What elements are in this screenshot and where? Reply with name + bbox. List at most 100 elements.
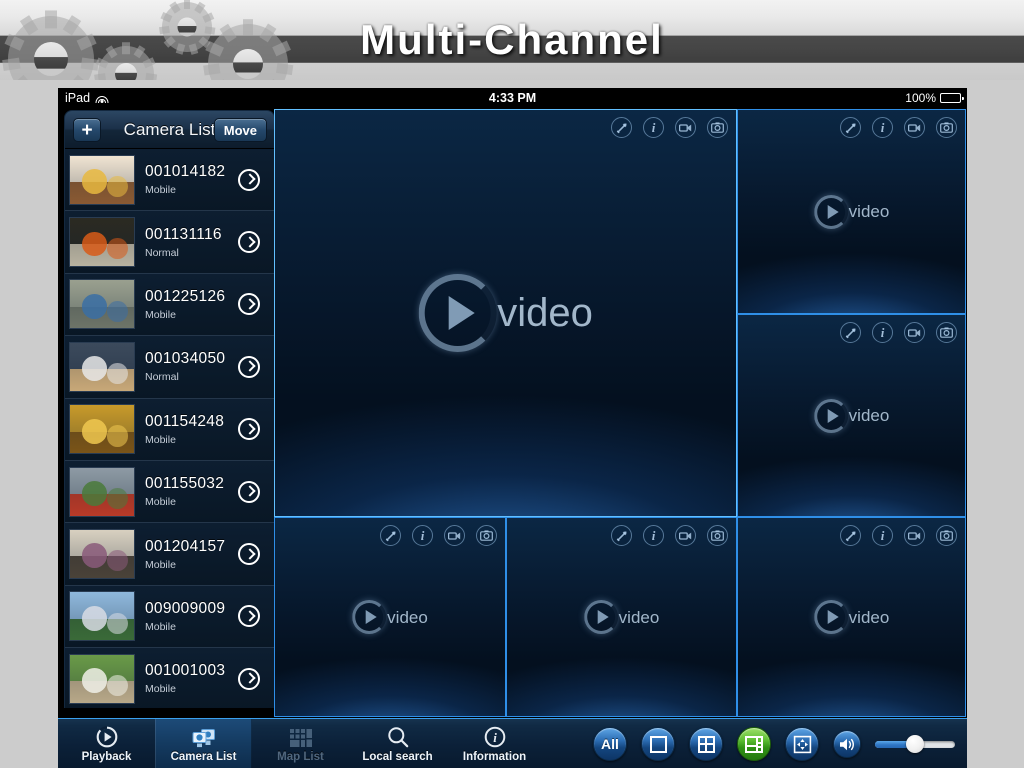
camera-thumbnail bbox=[69, 591, 135, 642]
ptz-icon[interactable] bbox=[611, 525, 632, 546]
record-icon[interactable] bbox=[904, 525, 925, 546]
layout-4-button[interactable] bbox=[689, 727, 723, 761]
pane-toolbar: i bbox=[840, 117, 957, 138]
camera-list-item[interactable]: 009009009 Mobile bbox=[65, 585, 274, 649]
play-ring-icon bbox=[813, 600, 848, 634]
status-right: 100% bbox=[905, 91, 964, 105]
camera-list-item[interactable]: 001131116 Normal bbox=[65, 211, 274, 274]
tab-information[interactable]: i Information bbox=[446, 719, 543, 768]
record-icon[interactable] bbox=[675, 117, 696, 138]
ptz-icon[interactable] bbox=[840, 117, 861, 138]
chevron-right-icon[interactable] bbox=[238, 480, 260, 503]
snapshot-icon[interactable] bbox=[936, 117, 957, 138]
ipad-screen: iPad 4:33 PM 100% + Camera List Move 001… bbox=[58, 88, 967, 768]
video-pane[interactable]: i video bbox=[274, 109, 737, 517]
camera-status: Normal bbox=[145, 246, 179, 259]
add-camera-button[interactable]: + bbox=[73, 118, 101, 142]
video-pane[interactable]: i video bbox=[737, 314, 966, 517]
record-icon[interactable] bbox=[904, 322, 925, 343]
record-icon[interactable] bbox=[904, 117, 925, 138]
video-placeholder-label: video bbox=[848, 607, 890, 627]
app-body: + Camera List Move 001014182 Mobile 001131… bbox=[58, 108, 967, 768]
video-pane[interactable]: i video bbox=[737, 109, 966, 314]
info-icon[interactable]: i bbox=[643, 117, 664, 138]
volume-button[interactable] bbox=[833, 730, 861, 758]
layout-6-button[interactable] bbox=[737, 727, 771, 761]
playback-icon bbox=[96, 725, 118, 748]
tab-label: Map List bbox=[277, 750, 324, 763]
play-ring-icon bbox=[813, 194, 848, 229]
pane-toolbar: i bbox=[840, 525, 957, 546]
snapshot-icon[interactable] bbox=[476, 525, 497, 546]
camera-list-item[interactable]: 001225126 Mobile bbox=[65, 273, 274, 337]
ptz-icon[interactable] bbox=[840, 525, 861, 546]
camera-status: Mobile bbox=[145, 620, 176, 633]
snapshot-icon[interactable] bbox=[936, 322, 957, 343]
record-icon[interactable] bbox=[675, 525, 696, 546]
camera-list-panel: + Camera List Move 001014182 Mobile 001131… bbox=[64, 110, 275, 708]
camera-thumbnail bbox=[69, 653, 135, 704]
volume-slider[interactable] bbox=[875, 735, 955, 753]
view-controls: All bbox=[593, 719, 967, 768]
record-icon[interactable] bbox=[444, 525, 465, 546]
page-title: Multi-Channel bbox=[360, 16, 664, 63]
bottom-toolbar: Playback Camera List Map List Local search i… bbox=[58, 718, 967, 768]
snapshot-icon[interactable] bbox=[707, 525, 728, 546]
camera-list-item[interactable]: 001154248 Mobile bbox=[65, 398, 274, 461]
move-button[interactable]: Move bbox=[213, 118, 267, 142]
fullscreen-button[interactable] bbox=[785, 727, 819, 761]
battery-icon bbox=[940, 93, 964, 103]
camera-list-item[interactable]: 001204157 Mobile bbox=[65, 523, 274, 586]
pane-toolbar: i bbox=[611, 525, 728, 546]
camera-id: 009009009 bbox=[145, 599, 226, 617]
six-pane-icon bbox=[745, 735, 763, 753]
video-pane[interactable]: i video bbox=[506, 517, 737, 717]
chevron-right-icon[interactable] bbox=[238, 168, 260, 191]
all-channels-button[interactable]: All bbox=[593, 727, 627, 761]
info-icon[interactable]: i bbox=[872, 525, 893, 546]
camera-id: 001034050 bbox=[145, 350, 226, 368]
camera-status: Mobile bbox=[145, 433, 176, 446]
info-icon[interactable]: i bbox=[872, 322, 893, 343]
info-icon[interactable]: i bbox=[643, 525, 664, 546]
ptz-icon[interactable] bbox=[611, 117, 632, 138]
camera-meta: 001204157 Mobile bbox=[145, 538, 238, 571]
ptz-icon[interactable] bbox=[380, 525, 401, 546]
info-icon[interactable]: i bbox=[872, 117, 893, 138]
snapshot-icon[interactable] bbox=[707, 117, 728, 138]
all-label: All bbox=[601, 736, 619, 752]
video-pane[interactable]: i video bbox=[737, 517, 966, 717]
ptz-icon[interactable] bbox=[840, 322, 861, 343]
camera-list-item[interactable]: 001155032 Mobile bbox=[65, 460, 274, 524]
info-icon: i bbox=[484, 726, 506, 748]
chevron-right-icon[interactable] bbox=[238, 418, 260, 441]
camera-meta: 001034050 Normal bbox=[145, 350, 238, 383]
layout-1-button[interactable] bbox=[641, 727, 675, 761]
expand-icon bbox=[793, 735, 811, 753]
camera-list[interactable]: 001014182 Mobile 001131116 Normal 001225126 M… bbox=[65, 149, 274, 708]
camera-id: 001001003 bbox=[145, 662, 226, 680]
app-banner: Multi-Channel bbox=[0, 0, 1024, 80]
chevron-right-icon[interactable] bbox=[238, 293, 260, 316]
tab-playback[interactable]: Playback bbox=[58, 719, 155, 768]
chevron-right-icon[interactable] bbox=[238, 231, 260, 254]
chevron-right-icon[interactable] bbox=[238, 605, 260, 628]
info-icon[interactable]: i bbox=[412, 525, 433, 546]
pane-toolbar: i bbox=[840, 322, 957, 343]
video-placeholder: video bbox=[813, 194, 889, 229]
camera-id: 001154248 bbox=[145, 412, 225, 430]
chevron-right-icon[interactable] bbox=[238, 355, 260, 378]
video-pane[interactable]: i video bbox=[274, 517, 506, 717]
volume-knob[interactable] bbox=[906, 735, 924, 753]
tab-local-search[interactable]: Local search bbox=[349, 719, 446, 768]
chevron-right-icon[interactable] bbox=[238, 543, 260, 566]
camera-list-item[interactable]: 001001003 Mobile bbox=[65, 648, 274, 708]
chevron-right-icon[interactable] bbox=[238, 667, 260, 690]
camera-list-item[interactable]: 001034050 Normal bbox=[65, 336, 274, 399]
video-placeholder-label: video bbox=[497, 291, 593, 335]
snapshot-icon[interactable] bbox=[936, 525, 957, 546]
map-list-icon bbox=[289, 726, 313, 748]
camera-list-item[interactable]: 001014182 Mobile bbox=[65, 149, 274, 212]
tab-label: Playback bbox=[81, 750, 132, 763]
tab-camera-list[interactable]: Camera List bbox=[155, 719, 252, 768]
